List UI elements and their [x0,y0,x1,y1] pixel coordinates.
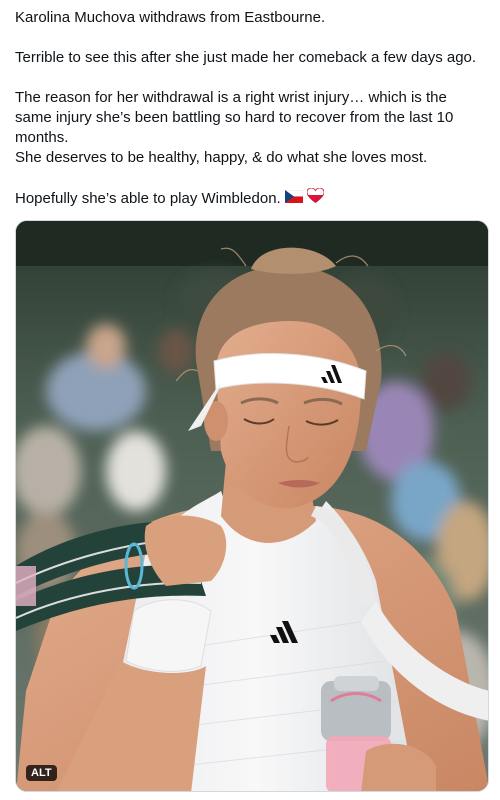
post-paragraph-4: She deserves to be healthy, happy, & do … [15,149,428,166]
czech-flag-emoji [284,189,303,209]
post-image[interactable]: ALT [15,220,489,792]
tennis-player-photo [16,221,488,791]
post-paragraph-1: Karolina Muchova withdraws from Eastbour… [15,9,326,26]
post-paragraph-5-text: Hopefully she’s able to play Wimbledon. [15,189,281,207]
post-paragraph-3: The reason for her withdrawal is a right… [15,89,454,146]
post-paragraph-2: Terrible to see this after she just made… [15,49,477,66]
post-paragraph-5: Hopefully she’s able to play Wimbledon. [15,187,325,209]
heart-emoji [306,187,325,209]
alt-text-badge[interactable]: ALT [26,765,57,781]
